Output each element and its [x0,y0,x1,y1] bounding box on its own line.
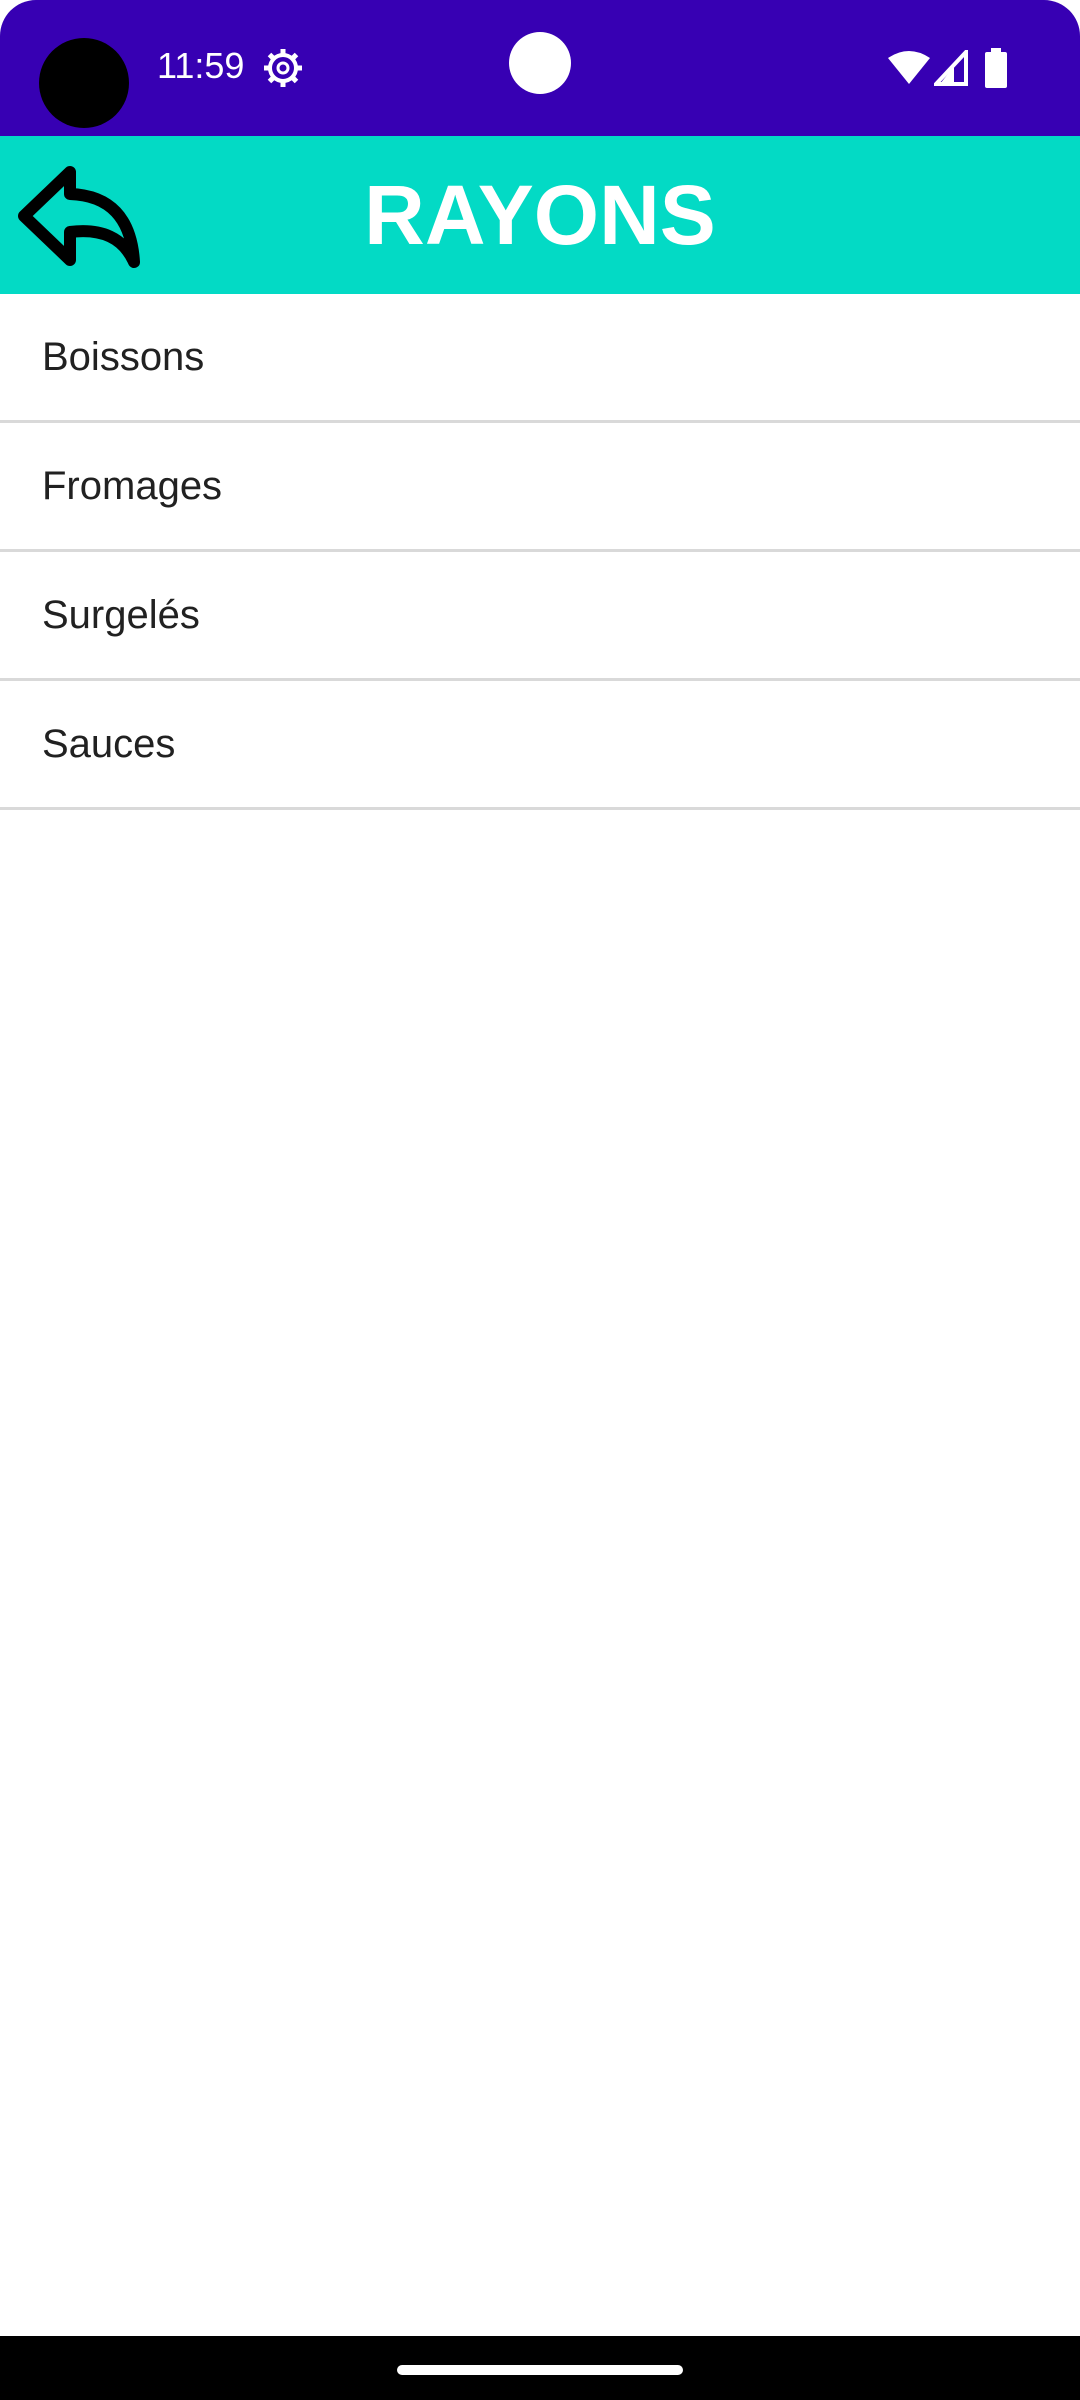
department-list: Boissons Fromages Surgelés Sauces [0,294,1080,810]
back-button[interactable] [14,162,144,272]
settings-icon [263,48,303,88]
status-dot [509,32,571,94]
list-item-boissons[interactable]: Boissons [0,294,1080,423]
list-item-surgeles[interactable]: Surgelés [0,552,1080,681]
list-item-sauces[interactable]: Sauces [0,681,1080,810]
app-bar: RAYONS [0,136,1080,294]
page-title: RAYONS [364,168,716,262]
battery-icon [984,48,1008,88]
wifi-icon [888,50,930,86]
signal-icon [931,46,968,86]
status-bar: 11:59 [0,0,1080,136]
back-arrow-icon [18,166,140,268]
status-time: 11:59 [157,45,245,86]
camera-cutout [39,38,129,128]
list-item-fromages[interactable]: Fromages [0,423,1080,552]
screen: 11:59 RAYONS Boissons Fromages Surgelés … [0,0,1080,2400]
navigation-bar [0,2336,1080,2400]
home-indicator[interactable] [397,2365,683,2375]
